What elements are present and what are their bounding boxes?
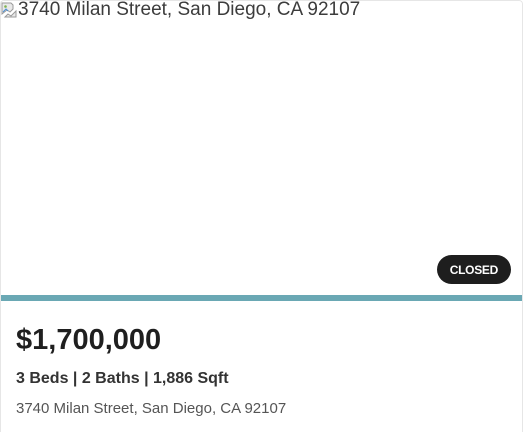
listing-specs: 3 Beds | 2 Baths | 1,886 Sqft [16, 370, 229, 387]
listing-price: $1,700,000 [16, 324, 162, 356]
listing-address: 3740 Milan Street, San Diego, CA 92107 [16, 400, 287, 417]
listing-card[interactable]: 3740 Milan Street, San Diego, CA 92107 C… [0, 0, 523, 432]
broken-image-icon [1, 2, 17, 18]
status-badge: CLOSED [436, 255, 511, 284]
listing-photo[interactable]: 3740 Milan Street, San Diego, CA 92107 C… [1, 1, 522, 295]
photo-alt-text: 3740 Milan Street, San Diego, CA 92107 [18, 0, 361, 20]
photo-alt-row: 3740 Milan Street, San Diego, CA 92107 [1, 1, 360, 20]
listing-details: $1,700,000 3 Beds | 2 Baths | 1,886 Sqft… [1, 301, 522, 419]
